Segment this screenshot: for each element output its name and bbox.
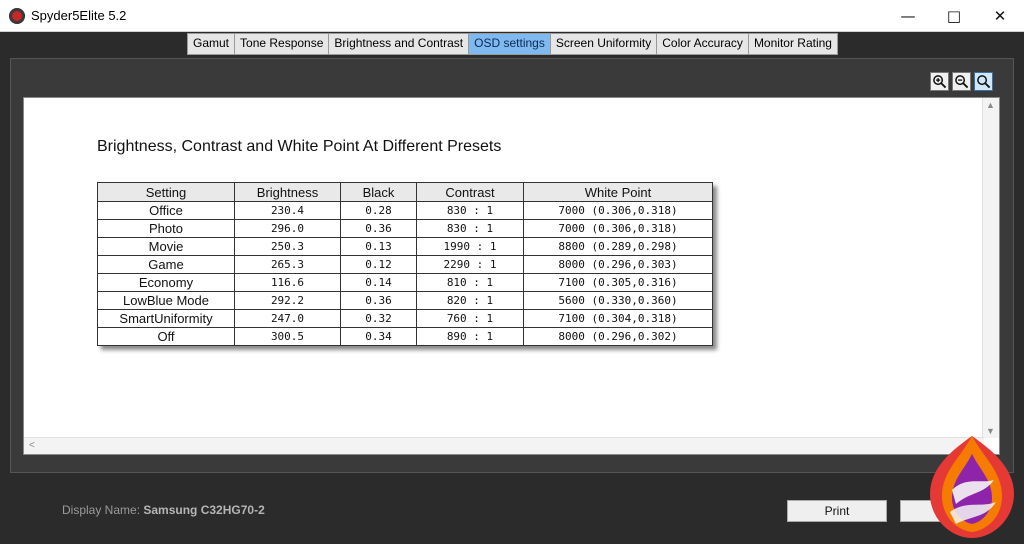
column-header-white-point: White Point — [523, 182, 713, 202]
zoom-in-icon — [933, 75, 947, 89]
cell-contrast: 830 : 1 — [416, 201, 524, 220]
cell-setting: Off — [97, 327, 235, 346]
cell-brightness: 116.6 — [234, 273, 341, 292]
scroll-left-arrow-icon[interactable]: < — [29, 440, 35, 451]
zoom-fit-button[interactable] — [974, 72, 993, 91]
print-button[interactable]: Print — [787, 500, 887, 522]
zoom-fit-icon — [977, 75, 991, 89]
tab-tone-response[interactable]: Tone Response — [235, 34, 330, 54]
minimize-button[interactable]: — — [885, 0, 931, 32]
cell-white-point: 7100 (0.305,0.316) — [523, 273, 713, 292]
zoom-in-button[interactable] — [930, 72, 949, 91]
cell-setting: Movie — [97, 237, 235, 256]
table-row: Off 300.5 0.34 890 : 1 8000 (0.296,0.302… — [97, 327, 713, 346]
tab-color-accuracy[interactable]: Color Accuracy — [657, 34, 749, 54]
table-row: Office 230.4 0.28 830 : 1 7000 (0.306,0.… — [97, 201, 713, 220]
cell-setting: LowBlue Mode — [97, 291, 235, 310]
zoom-out-icon — [955, 75, 969, 89]
cell-contrast: 1990 : 1 — [416, 237, 524, 256]
cell-white-point: 7100 (0.304,0.318) — [523, 309, 713, 328]
cell-brightness: 265.3 — [234, 255, 341, 274]
tab-brightness-contrast[interactable]: Brightness and Contrast — [329, 34, 470, 54]
cell-contrast: 830 : 1 — [416, 219, 524, 238]
cell-setting: Photo — [97, 219, 235, 238]
cell-black: 0.32 — [340, 309, 417, 328]
cell-black: 0.12 — [340, 255, 417, 274]
table-header-row: Setting Brightness Black Contrast White … — [97, 182, 713, 202]
cell-black: 0.13 — [340, 237, 417, 256]
cell-white-point: 7000 (0.306,0.318) — [523, 201, 713, 220]
cell-brightness: 296.0 — [234, 219, 341, 238]
cell-setting: Economy — [97, 273, 235, 292]
presets-table: Setting Brightness Black Contrast White … — [97, 182, 713, 346]
title-bar: Spyder5Elite 5.2 — □ ✕ — [0, 0, 1024, 32]
tab-gamut[interactable]: Gamut — [188, 34, 236, 54]
column-header-contrast: Contrast — [416, 182, 524, 202]
cell-white-point: 8800 (0.289,0.298) — [523, 237, 713, 256]
horizontal-scrollbar[interactable]: < — [24, 437, 984, 454]
vertical-scrollbar[interactable]: ▲ ▼ — [982, 98, 999, 438]
cell-brightness: 300.5 — [234, 327, 341, 346]
report-view: Brightness, Contrast and White Point At … — [23, 97, 1000, 455]
report-tabs: Gamut Tone Response Brightness and Contr… — [187, 33, 838, 55]
zoom-toolbar — [930, 72, 993, 91]
table-row: LowBlue Mode 292.2 0.36 820 : 1 5600 (0.… — [97, 291, 713, 310]
cell-black: 0.14 — [340, 273, 417, 292]
cell-brightness: 292.2 — [234, 291, 341, 310]
zoom-out-button[interactable] — [952, 72, 971, 91]
cell-black: 0.36 — [340, 291, 417, 310]
cell-setting: Game — [97, 255, 235, 274]
cell-setting: SmartUniformity — [97, 309, 235, 328]
cell-white-point: 5600 (0.330,0.360) — [523, 291, 713, 310]
report-title: Brightness, Contrast and White Point At … — [97, 138, 502, 155]
table-row: SmartUniformity 247.0 0.32 760 : 1 7100 … — [97, 309, 713, 328]
table-row: Photo 296.0 0.36 830 : 1 7000 (0.306,0.3… — [97, 219, 713, 238]
cell-brightness: 250.3 — [234, 237, 341, 256]
display-name-caption: Display Name: — [62, 503, 141, 517]
display-name-label: Display Name: Samsung C32HG70-2 — [62, 503, 265, 517]
tab-osd-settings[interactable]: OSD settings — [469, 34, 551, 54]
cell-white-point: 8000 (0.296,0.303) — [523, 255, 713, 274]
table-row: Movie 250.3 0.13 1990 : 1 8800 (0.289,0.… — [97, 237, 713, 256]
site-logo-watermark — [930, 436, 1014, 538]
maximize-button[interactable]: □ — [931, 0, 977, 32]
column-header-brightness: Brightness — [234, 182, 341, 202]
app-logo-icon — [9, 8, 25, 24]
cell-contrast: 760 : 1 — [416, 309, 524, 328]
window-title: Spyder5Elite 5.2 — [31, 8, 127, 23]
cell-black: 0.36 — [340, 219, 417, 238]
display-name-value: Samsung C32HG70-2 — [143, 503, 265, 517]
table-row: Game 265.3 0.12 2290 : 1 8000 (0.296,0.3… — [97, 255, 713, 274]
column-header-black: Black — [340, 182, 417, 202]
tab-monitor-rating[interactable]: Monitor Rating — [748, 34, 837, 54]
tab-screen-uniformity[interactable]: Screen Uniformity — [550, 34, 658, 54]
cell-black: 0.28 — [340, 201, 417, 220]
cell-black: 0.34 — [340, 327, 417, 346]
cell-white-point: 8000 (0.296,0.302) — [523, 327, 713, 346]
cell-contrast: 820 : 1 — [416, 291, 524, 310]
cell-contrast: 2290 : 1 — [416, 255, 524, 274]
column-header-setting: Setting — [97, 182, 235, 202]
cell-white-point: 7000 (0.306,0.318) — [523, 219, 713, 238]
cell-setting: Office — [97, 201, 235, 220]
close-button[interactable]: ✕ — [977, 0, 1023, 32]
cell-brightness: 247.0 — [234, 309, 341, 328]
table-row: Economy 116.6 0.14 810 : 1 7100 (0.305,0… — [97, 273, 713, 292]
cell-contrast: 890 : 1 — [416, 327, 524, 346]
scroll-up-arrow-icon[interactable]: ▲ — [986, 100, 995, 110]
cell-brightness: 230.4 — [234, 201, 341, 220]
cell-contrast: 810 : 1 — [416, 273, 524, 292]
